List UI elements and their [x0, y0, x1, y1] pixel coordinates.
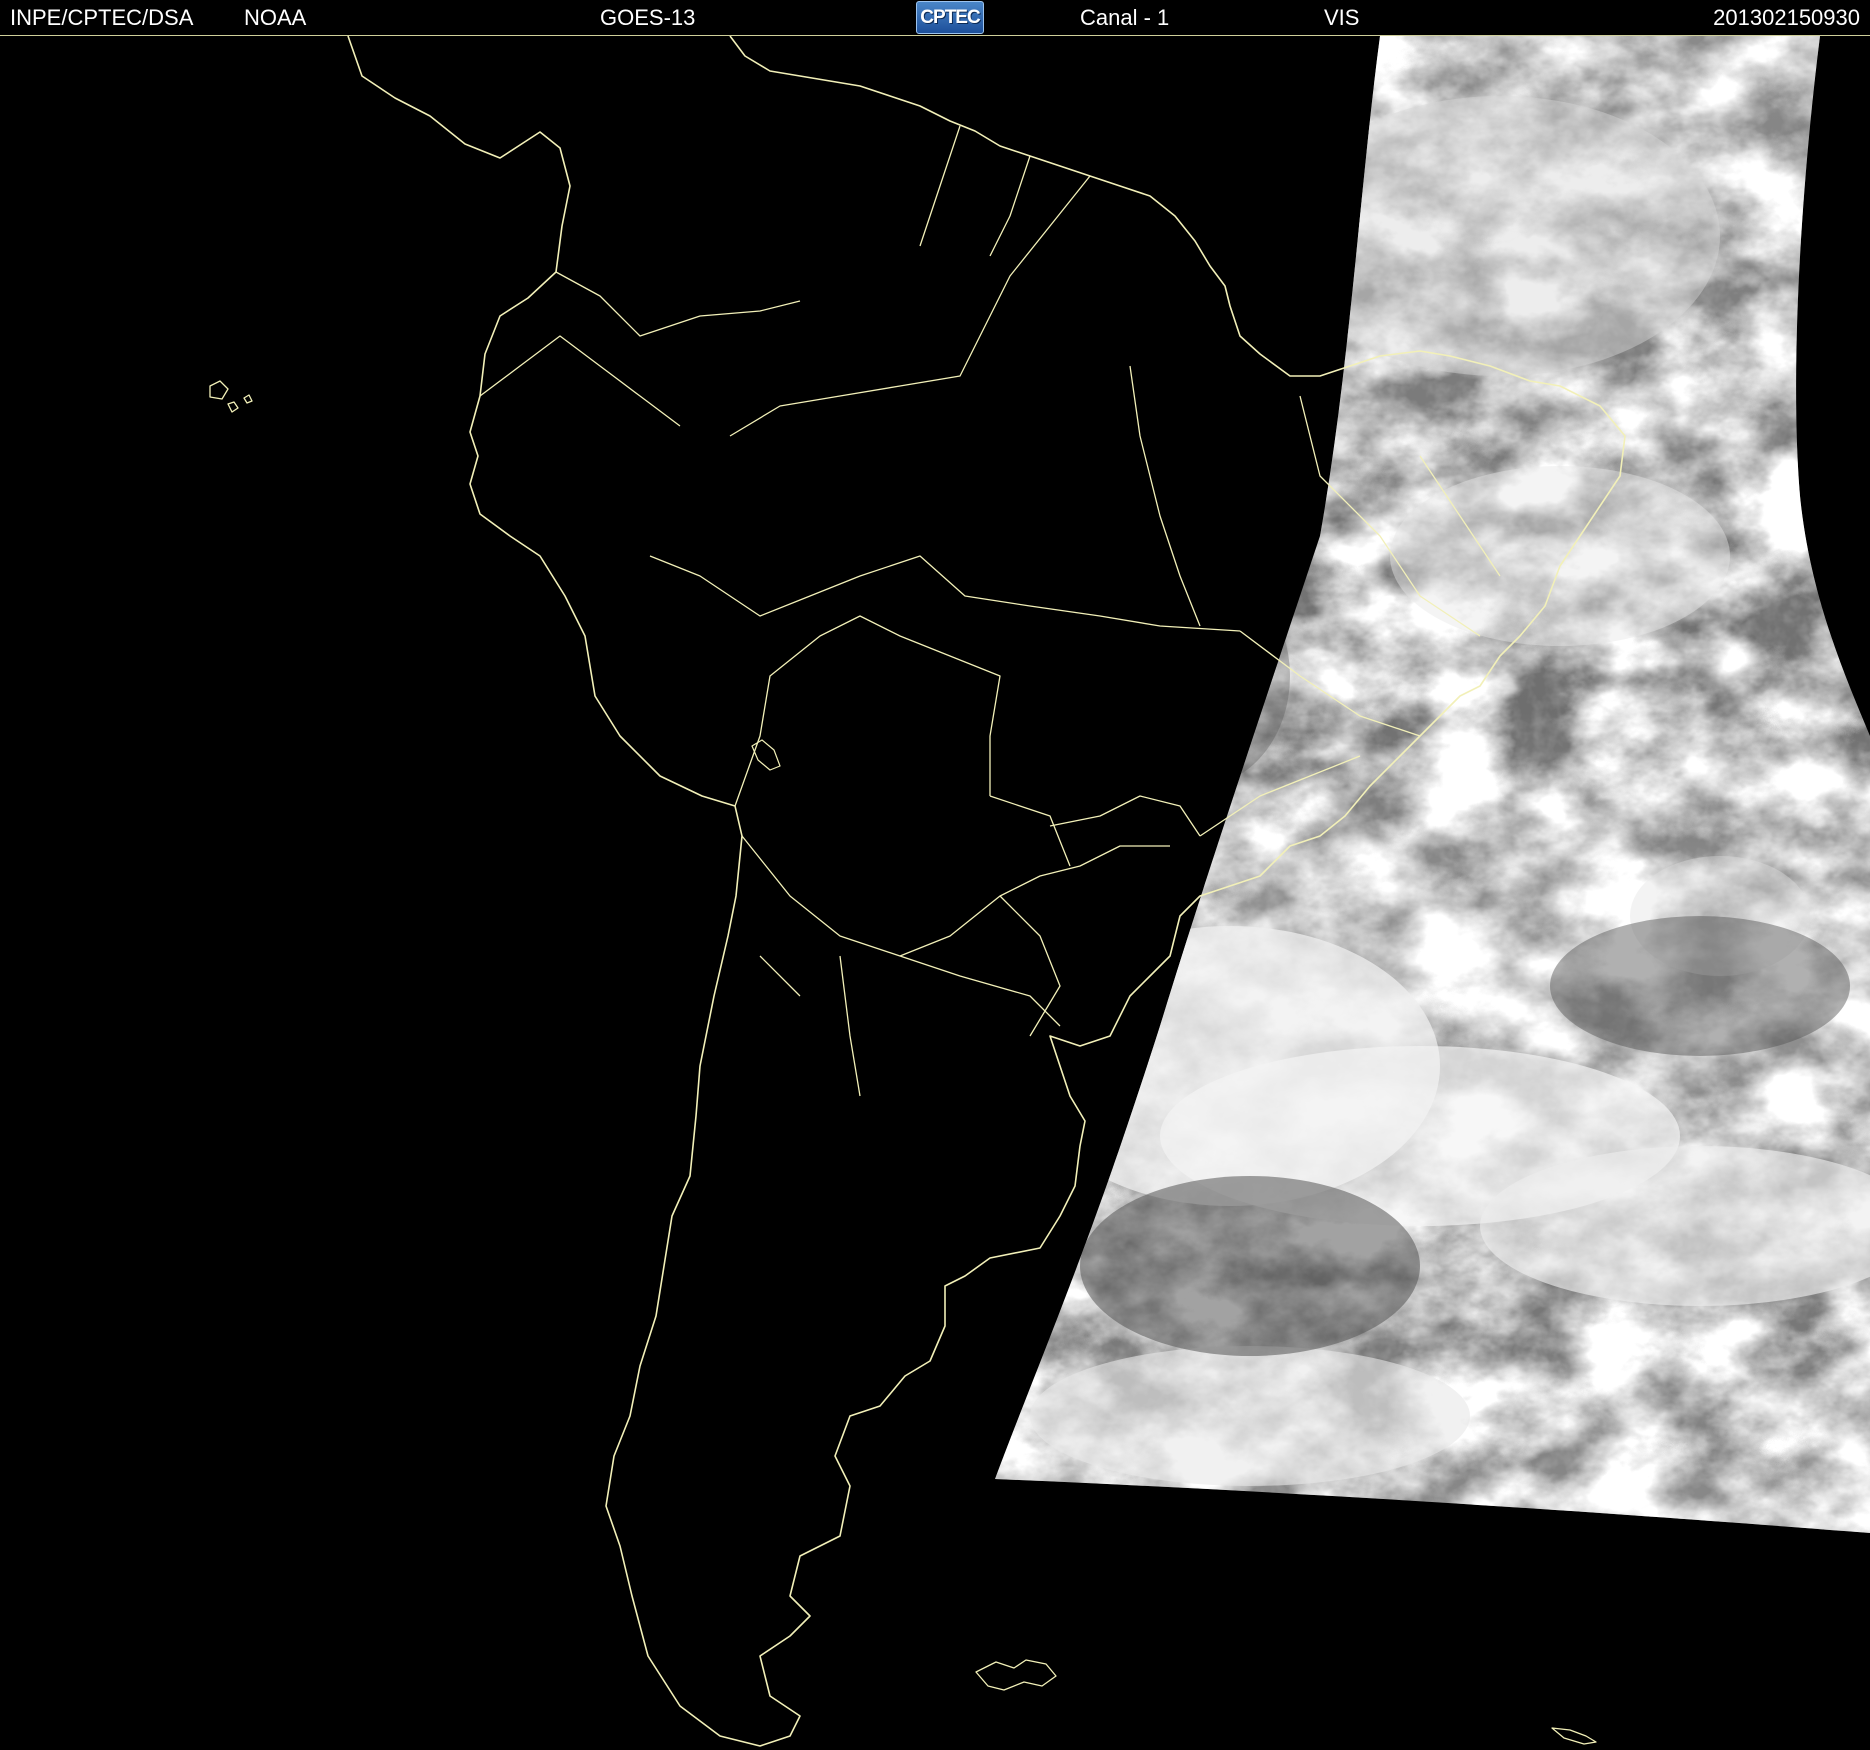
galapagos-islands — [209, 380, 253, 413]
south-georgia-island — [1551, 1727, 1597, 1745]
image-header-bar: INPE/CPTEC/DSA NOAA GOES-13 CPTEC Canal … — [0, 0, 1870, 36]
timestamp-label: 201302150930 — [1713, 5, 1860, 30]
satellite-cloud-swath — [995, 36, 1870, 1533]
falkland-islands — [975, 1659, 1057, 1691]
map-canvas — [209, 36, 1870, 1747]
satellite-image-viewer: INPE/CPTEC/DSA NOAA GOES-13 CPTEC Canal … — [0, 0, 1870, 1750]
satellite-map-area — [0, 36, 1870, 1750]
agency-label: INPE/CPTEC/DSA — [10, 5, 194, 30]
band-label: VIS — [1324, 5, 1360, 30]
cptec-logo: CPTEC — [916, 1, 984, 34]
cptec-logo-text: CPTEC — [920, 7, 980, 28]
source-label: NOAA — [244, 5, 307, 30]
lake-titicaca — [751, 739, 781, 771]
channel-label: Canal - 1 — [1080, 5, 1170, 30]
satellite-label: GOES-13 — [600, 5, 696, 30]
